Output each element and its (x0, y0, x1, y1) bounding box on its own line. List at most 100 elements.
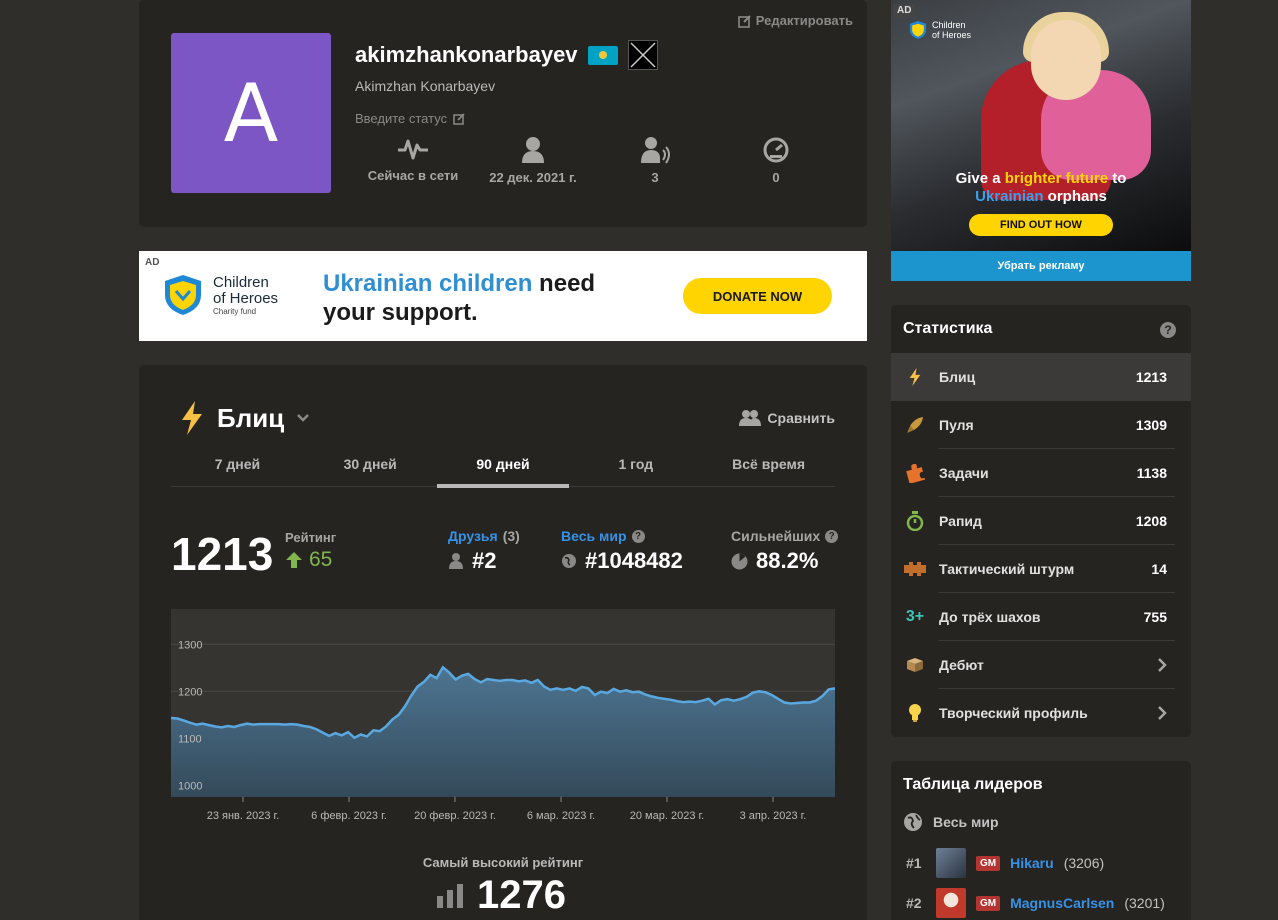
friends-link[interactable]: Друзья (448, 528, 498, 544)
remove-ads-button[interactable]: Убрать рекламу (891, 251, 1191, 281)
current-rating: 1213 (171, 528, 274, 580)
bullet-icon (907, 417, 923, 433)
stat-value: 1208 (1135, 513, 1167, 529)
period-tabs: 7 дней 30 дней 90 дней 1 год Всё время (171, 449, 835, 488)
x-tick-label: 6 мар. 2023 г. (527, 810, 595, 822)
stat-value: 755 (1143, 609, 1167, 625)
rating-chart-svg: 1300 1200 1100 1000 (171, 639, 835, 797)
lightning-icon (182, 401, 202, 435)
stat-name: Пуля (939, 417, 974, 433)
rating-delta-value: 65 (309, 548, 333, 571)
chevron-right-icon (1158, 658, 1167, 672)
leader-name[interactable]: Hikaru (1010, 855, 1054, 871)
world-link[interactable]: Весь мир (561, 528, 627, 544)
globe-icon (904, 813, 922, 831)
edit-profile-link[interactable]: Редактировать (737, 13, 853, 28)
stat-row-insights[interactable]: Творческий профиль (891, 689, 1191, 737)
leaderboard-row[interactable]: #2 GM MagnusCarlsen (3201) (906, 888, 1165, 918)
tab-1-year[interactable]: 1 год (569, 449, 702, 486)
y-tick-label: 1100 (178, 733, 202, 745)
x-tick-label: 6 февр. 2023 г. (311, 810, 387, 822)
arrow-up-icon (286, 552, 302, 568)
username: akimzhankonarbayev (355, 42, 578, 67)
y-tick-label: 1300 (178, 639, 202, 651)
edit-label: Редактировать (755, 13, 853, 28)
x-tick-label: 23 янв. 2023 г. (207, 810, 280, 822)
world-rank-value: #1048482 (585, 548, 683, 573)
leader-name[interactable]: MagnusCarlsen (1010, 895, 1114, 911)
stat-row-rapid[interactable]: Рапид 1208 (891, 497, 1191, 545)
pie-icon (731, 553, 748, 569)
chart-area (171, 667, 835, 797)
leader-rating: (3201) (1124, 895, 1165, 911)
stat-name: Задачи (939, 465, 989, 481)
tab-all-time[interactable]: Всё время (702, 449, 835, 486)
friends-rank-value: #2 (472, 548, 497, 573)
help-icon[interactable]: ? (1160, 322, 1176, 338)
bar-chart-icon (437, 883, 463, 908)
opening-icon (907, 658, 923, 672)
children-of-heroes-logo: Children of Heroes Charity fund (163, 273, 278, 317)
stat-row-bullet[interactable]: Пуля 1309 (891, 401, 1191, 449)
leaderboard-panel: Таблица лидеров Весь мир #1 GM Hikaru (3… (891, 761, 1191, 920)
stat-row-puzzle-rush[interactable]: Тактический штурм 14 (891, 545, 1191, 593)
x-tick-label: 3 апр. 2023 г. (740, 810, 807, 822)
best-rating-value: 1276 (477, 873, 566, 917)
stat-row-openings[interactable]: Дебют (891, 641, 1191, 689)
mode-selector[interactable]: Блиц (179, 401, 310, 435)
followers-count-text: 3 (651, 170, 659, 185)
friends-count: (3) (502, 528, 520, 544)
leaderboard-row[interactable]: #1 GM Hikaru (3206) (906, 848, 1104, 878)
leader-rank: #2 (906, 895, 922, 911)
avatar[interactable]: A (171, 33, 331, 193)
stat-value: 1138 (1136, 465, 1167, 481)
activity-icon (398, 139, 428, 160)
rating-delta: 65 (285, 548, 332, 572)
logo-line1: Children (932, 20, 966, 30)
world-rank: Весь мир? #1048482 (561, 528, 683, 574)
percentile-label: Сильнейших (731, 528, 821, 544)
leaderboard-scope[interactable]: Весь мир (903, 812, 999, 832)
x-tick-label: 20 мар. 2023 г. (630, 810, 704, 822)
rating-card: Блиц Сравнить 7 дней 30 дней 90 дней 1 г… (139, 365, 867, 920)
ad-tag: AD (893, 4, 916, 17)
ad-tag: AD (145, 257, 160, 268)
avatar-letter: A (223, 66, 279, 160)
stat-row-blitz[interactable]: Блиц 1213 (891, 353, 1191, 401)
tab-7-days[interactable]: 7 дней (171, 449, 304, 486)
help-icon[interactable]: ? (631, 529, 645, 543)
real-name: Akimzhan Konarbayev (355, 78, 496, 94)
rapid-icon (906, 511, 924, 531)
headline-highlight: Ukrainian children (323, 270, 533, 297)
logo-line2: of Heroes (213, 289, 279, 307)
banner-ad[interactable]: AD Children of Heroes Charity fund Ukrain… (139, 251, 867, 341)
online-status: Сейчас в сети (353, 136, 473, 183)
tab-30-days[interactable]: 30 дней (304, 449, 437, 486)
lightbulb-icon (909, 704, 921, 722)
rating-chart[interactable]: 1300 1200 1100 1000 (171, 609, 835, 797)
help-icon[interactable]: ? (825, 529, 839, 543)
stat-row-puzzles[interactable]: Задачи 1138 (891, 449, 1191, 497)
side-ad[interactable]: AD Children of Heroes Give a brighter fut… (891, 0, 1191, 281)
side-ad-text: Give a brighter future to Ukrainian orph… (891, 170, 1191, 206)
status-input[interactable]: Введите статус (355, 111, 465, 126)
compare-button[interactable]: Сравнить (739, 409, 835, 427)
leaderboard-title: Таблица лидеров (903, 776, 1043, 793)
stat-row-three-check[interactable]: 3+ До трёх шахов 755 (891, 593, 1191, 641)
followers-count[interactable]: 3 (595, 136, 715, 185)
ad-text-mid: to (1108, 170, 1127, 187)
title-badge: GM (976, 895, 1001, 911)
find-out-how-button[interactable]: FIND OUT HOW (969, 214, 1113, 236)
stat-name: Блиц (939, 369, 976, 385)
title-badge: GM (976, 855, 1001, 871)
stat-value: 1213 (1135, 369, 1167, 385)
tab-90-days[interactable]: 90 дней (436, 449, 570, 488)
avatar (936, 848, 966, 878)
stat-name: Рапид (939, 513, 982, 529)
profile-card: A Редактировать akimzhankonarbayev Akimz… (139, 0, 867, 227)
stats-panel: Статистика ? Блиц 1213 Пуля 1309 Задачи … (891, 305, 1191, 737)
y-tick-label: 1200 (178, 686, 202, 698)
donate-button[interactable]: DONATE NOW (683, 278, 832, 314)
x-badge-icon[interactable] (627, 40, 658, 70)
points-count[interactable]: 0 (716, 136, 836, 185)
